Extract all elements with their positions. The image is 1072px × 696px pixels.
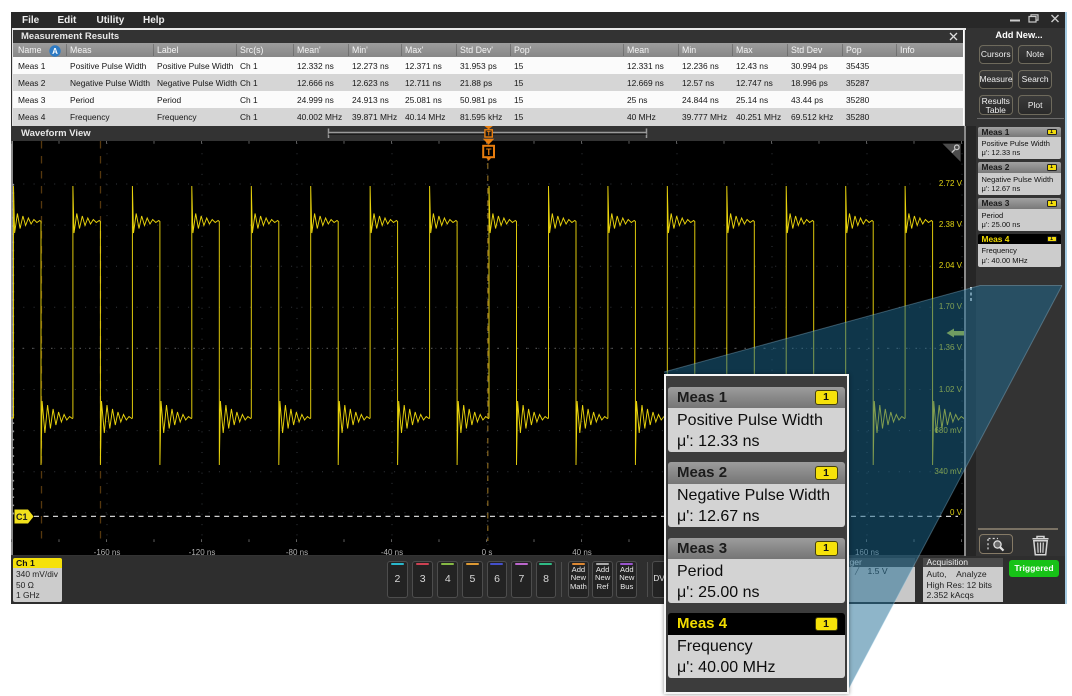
svg-text:A: A — [52, 46, 58, 55]
svg-text:C1: C1 — [16, 512, 28, 522]
svg-text:T: T — [486, 147, 492, 157]
svg-text:T: T — [487, 131, 491, 138]
